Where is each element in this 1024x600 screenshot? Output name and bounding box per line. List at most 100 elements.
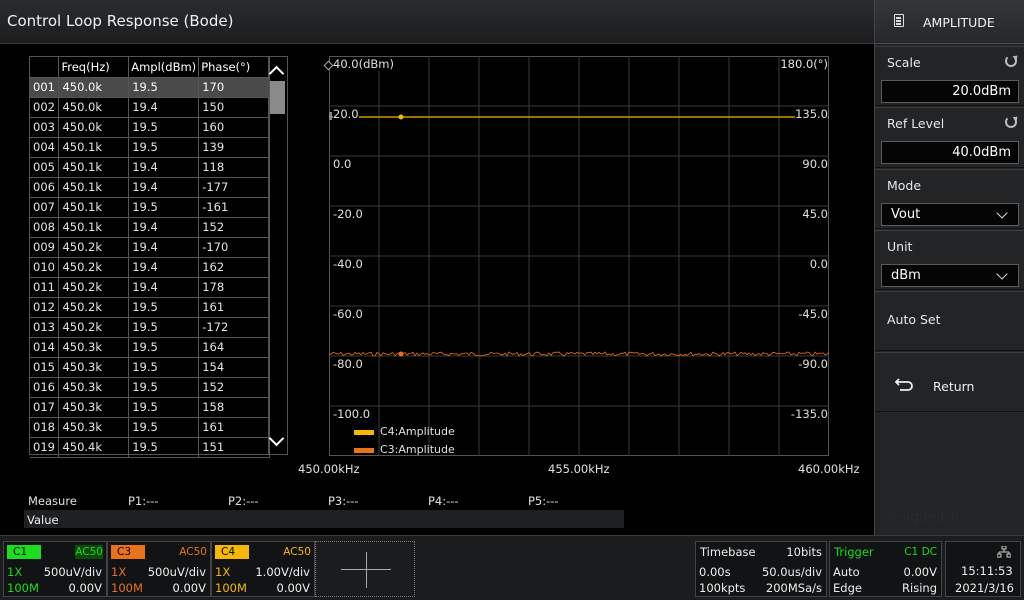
table-row[interactable]: 013 450.2k 19.5 -172 bbox=[30, 317, 270, 338]
scale-menu-item[interactable]: Scale 20.0dBm bbox=[875, 46, 1024, 106]
trigger-panel[interactable]: Trigger C1 DC Auto 0.00V Edge Rising bbox=[829, 541, 942, 597]
freq-cell: 450.2k bbox=[58, 277, 130, 298]
freq-cell: 450.3k bbox=[58, 337, 130, 358]
table-row[interactable]: 018 450.3k 19.5 161 bbox=[30, 417, 270, 438]
channel-panel-c1[interactable]: C1 AC50 1X 500uV/div 100M 0.00V bbox=[3, 541, 107, 597]
table-row[interactable]: 016 450.3k 19.5 152 bbox=[30, 377, 270, 398]
channel-tag: C1 bbox=[7, 545, 41, 559]
table-row[interactable]: 010 450.2k 19.4 162 bbox=[30, 257, 270, 278]
legend-label: C3:Amplitude bbox=[380, 443, 455, 456]
unit-select[interactable]: dBm bbox=[881, 264, 1019, 287]
mode-select[interactable]: Vout bbox=[881, 203, 1019, 226]
table-row[interactable]: 012 450.2k 19.5 161 bbox=[30, 297, 270, 318]
table-row[interactable]: 003 450.0k 19.5 160 bbox=[30, 117, 270, 138]
freq-cell: 450.3k bbox=[58, 357, 130, 378]
table-row[interactable]: 019 450.4k 19.5 151 bbox=[30, 437, 270, 458]
freq-cell: 450.4k bbox=[58, 437, 130, 458]
measure-p5: P5:--- bbox=[528, 494, 559, 508]
channel-bandwidth: 100M bbox=[215, 581, 247, 595]
table-row[interactable]: 001 450.0k 19.5 170 bbox=[30, 77, 270, 98]
table-row[interactable]: 005 450.1k 19.4 118 bbox=[30, 157, 270, 178]
table-row[interactable]: 014 450.3k 19.5 164 bbox=[30, 337, 270, 358]
chevron-up-icon[interactable] bbox=[268, 65, 285, 82]
chevron-down-icon bbox=[996, 207, 1008, 219]
document-icon bbox=[894, 14, 904, 27]
ref-level-label: Ref Level bbox=[887, 116, 945, 131]
ref-level-input[interactable]: 40.0dBm bbox=[881, 141, 1019, 164]
ampl-cell: 19.4 bbox=[128, 157, 200, 178]
row-index: 013 bbox=[30, 317, 60, 338]
title-bar: Control Loop Response (Bode) bbox=[0, 0, 874, 44]
y-tick-label-left: -40.0 bbox=[333, 257, 363, 271]
add-channel-area[interactable] bbox=[315, 541, 415, 597]
auto-set-button[interactable]: Auto Set bbox=[875, 291, 1024, 351]
trigger-source: C1 DC bbox=[904, 546, 937, 558]
menu-header[interactable]: AMPLITUDE bbox=[875, 0, 1024, 44]
table-row[interactable]: 009 450.2k 19.4 -170 bbox=[30, 237, 270, 258]
table-row[interactable]: 011 450.2k 19.4 178 bbox=[30, 277, 270, 298]
row-index: 008 bbox=[30, 217, 60, 238]
scrollbar-thumb[interactable] bbox=[270, 81, 285, 114]
freq-cell: 450.3k bbox=[58, 397, 130, 418]
crosshair-icon bbox=[366, 552, 367, 588]
row-index: 005 bbox=[30, 157, 60, 178]
ampl-cell: 19.5 bbox=[128, 397, 200, 418]
mode-value: Vout bbox=[891, 207, 921, 222]
channel-coupling: AC50 bbox=[179, 546, 207, 558]
ref-level-menu-item[interactable]: Ref Level 40.0dBm bbox=[875, 107, 1024, 168]
ampl-cell: 19.5 bbox=[128, 337, 200, 358]
c3-cursor-marker bbox=[398, 351, 404, 357]
chevron-down-icon bbox=[996, 268, 1008, 280]
measure-p2: P2:--- bbox=[228, 494, 259, 508]
y-tick-label-right: -90.0 bbox=[798, 357, 828, 371]
reset-icon[interactable] bbox=[1005, 116, 1017, 128]
ampl-cell: 19.5 bbox=[128, 197, 200, 218]
table-row[interactable]: 006 450.1k 19.4 -177 bbox=[30, 177, 270, 198]
ampl-cell: 19.5 bbox=[128, 297, 200, 318]
unit-menu-item[interactable]: Unit dBm bbox=[875, 230, 1024, 290]
trigger-level: 0.00V bbox=[903, 565, 937, 579]
channel-offset: 0.00V bbox=[276, 581, 310, 595]
table-row[interactable]: 002 450.0k 19.4 150 bbox=[30, 97, 270, 118]
phase-cell: 164 bbox=[198, 337, 270, 358]
bode-data-table: Freq(Hz) Ampl(dBm) Phase(°) 001 450.0k 19.… bbox=[29, 56, 270, 458]
legend-label: C4:Amplitude bbox=[380, 425, 455, 438]
table-row[interactable]: 007 450.1k 19.5 -161 bbox=[30, 197, 270, 218]
timebase-panel[interactable]: Timebase 10bits 0.00s 50.0us/div 100kpts… bbox=[695, 541, 827, 597]
table-scrollbar[interactable] bbox=[268, 56, 288, 455]
channel-tag: C3 bbox=[111, 545, 145, 559]
table-row[interactable]: 004 450.1k 19.5 139 bbox=[30, 137, 270, 158]
channel-probe: 1X bbox=[111, 565, 127, 579]
table-row[interactable]: 008 450.1k 19.4 152 bbox=[30, 217, 270, 238]
scale-label: Scale bbox=[887, 55, 921, 70]
freq-cell: 450.3k bbox=[58, 377, 130, 398]
table-row[interactable]: 015 450.3k 19.5 154 bbox=[30, 357, 270, 378]
channel-probe: 1X bbox=[7, 565, 23, 579]
return-button[interactable]: Return bbox=[875, 352, 1024, 412]
phase-cell: 170 bbox=[198, 77, 270, 98]
network-icon bbox=[997, 546, 1011, 558]
unit-label: Unit bbox=[887, 239, 913, 254]
row-index: 004 bbox=[30, 137, 60, 158]
trigger-slope: Rising bbox=[902, 581, 937, 595]
channel-panel-c4[interactable]: C4 AC50 1X 1.00V/div 100M 0.00V bbox=[211, 541, 315, 597]
reset-icon[interactable] bbox=[1005, 55, 1017, 67]
auto-set-label: Auto Set bbox=[887, 312, 941, 327]
side-menu: AMPLITUDE Scale 20.0dBm Ref Level 40.0dB… bbox=[874, 0, 1024, 535]
chevron-down-icon[interactable] bbox=[268, 430, 285, 447]
channel-scale: 1.00V/div bbox=[255, 565, 310, 579]
channel-panel-c3[interactable]: C3 AC50 1X 500uV/div 100M 0.00V bbox=[107, 541, 211, 597]
channel-coupling: AC50 bbox=[75, 545, 103, 559]
table-row[interactable]: 017 450.3k 19.5 158 bbox=[30, 397, 270, 418]
y-tick-label-right: 90.0 bbox=[802, 157, 828, 171]
row-index: 014 bbox=[30, 337, 60, 358]
clock-panel: 15:11:53 2021/3/16 bbox=[945, 541, 1021, 597]
mode-menu-item[interactable]: Mode Vout bbox=[875, 169, 1024, 229]
ampl-cell: 19.5 bbox=[128, 377, 200, 398]
x-tick-label: 460.00kHz bbox=[798, 462, 860, 476]
freq-cell: 450.0k bbox=[58, 97, 130, 118]
scale-input[interactable]: 20.0dBm bbox=[881, 80, 1019, 103]
y-tick-label-right: 180.0(°) bbox=[780, 57, 828, 71]
phase-cell: 118 bbox=[198, 157, 270, 178]
phase-cell: -177 bbox=[198, 177, 270, 198]
